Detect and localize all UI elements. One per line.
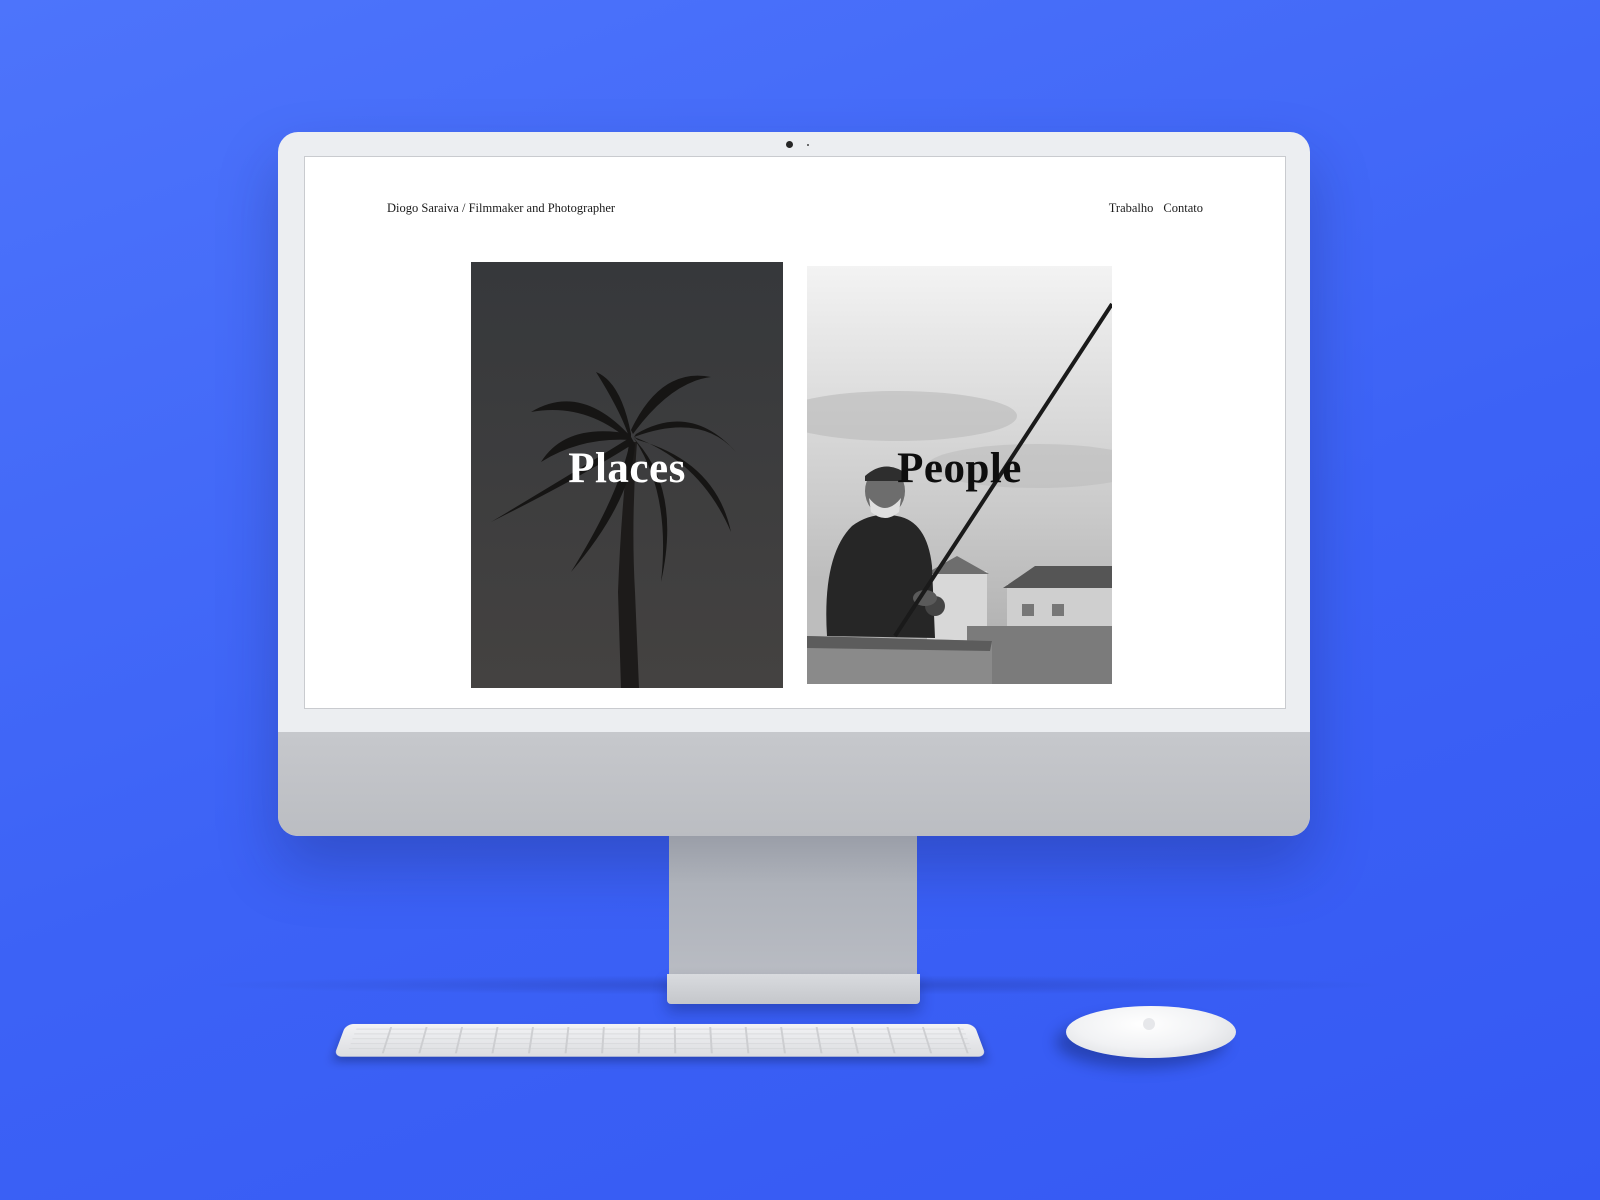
site-nav: Trabalho Contato	[1109, 201, 1203, 216]
screen: Diogo Saraiva / Filmmaker and Photograph…	[304, 156, 1286, 709]
keyboard-keys	[347, 1027, 973, 1054]
places-card[interactable]: Places	[471, 262, 783, 688]
people-card[interactable]: People	[807, 266, 1112, 684]
monitor-stand	[669, 836, 917, 976]
nav-link-trabalho[interactable]: Trabalho	[1109, 201, 1154, 216]
mouse	[1066, 1006, 1236, 1058]
card-label-people: People	[897, 445, 1022, 492]
monitor-chin	[278, 732, 1310, 836]
card-label-places: Places	[568, 445, 686, 492]
imac-monitor: Diogo Saraiva / Filmmaker and Photograph…	[278, 132, 1310, 836]
monitor-stand-base	[667, 974, 920, 1004]
nav-link-contato[interactable]: Contato	[1163, 201, 1203, 216]
camera-icon	[786, 141, 793, 148]
camera-sensor-icon	[807, 144, 809, 146]
site-title[interactable]: Diogo Saraiva / Filmmaker and Photograph…	[387, 201, 615, 216]
keyboard	[333, 1023, 987, 1057]
apple-logo-icon	[1143, 1018, 1155, 1030]
